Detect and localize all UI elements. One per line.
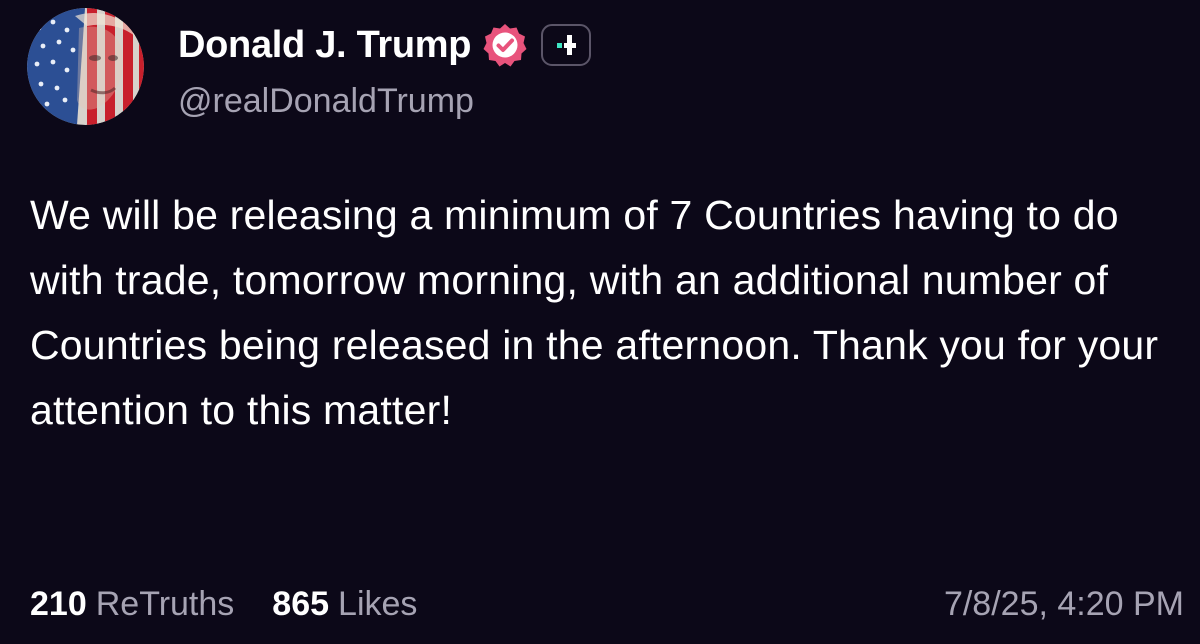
author-display-name[interactable]: Donald J. Trump — [178, 24, 472, 67]
likes-count: 865 — [272, 585, 330, 623]
avatar[interactable] — [27, 8, 144, 125]
flag-face-avatar-icon — [27, 8, 144, 125]
post-body-text: We will be releasing a minimum of 7 Coun… — [30, 192, 1159, 433]
post-timestamp: 7/8/25, 4:20 PM — [943, 585, 1184, 623]
likes-stat[interactable]: 865 Likes — [272, 585, 417, 624]
plus-icon — [557, 35, 577, 55]
author-name-row: Donald J. Trump — [178, 20, 592, 70]
retruths-label: ReTruths — [95, 585, 235, 623]
truth-post: Donald J. Trump @realDonaldTrump We will… — [0, 0, 1200, 644]
likes-label: Likes — [338, 585, 418, 623]
retruths-stat[interactable]: 210 ReTruths — [30, 585, 234, 624]
author-handle[interactable]: @realDonaldTrump — [178, 82, 474, 121]
follow-button[interactable] — [541, 24, 592, 66]
retruths-count: 210 — [30, 585, 87, 623]
post-stats: 210 ReTruths 865 Likes — [30, 585, 417, 624]
verified-badge-icon — [482, 22, 528, 68]
